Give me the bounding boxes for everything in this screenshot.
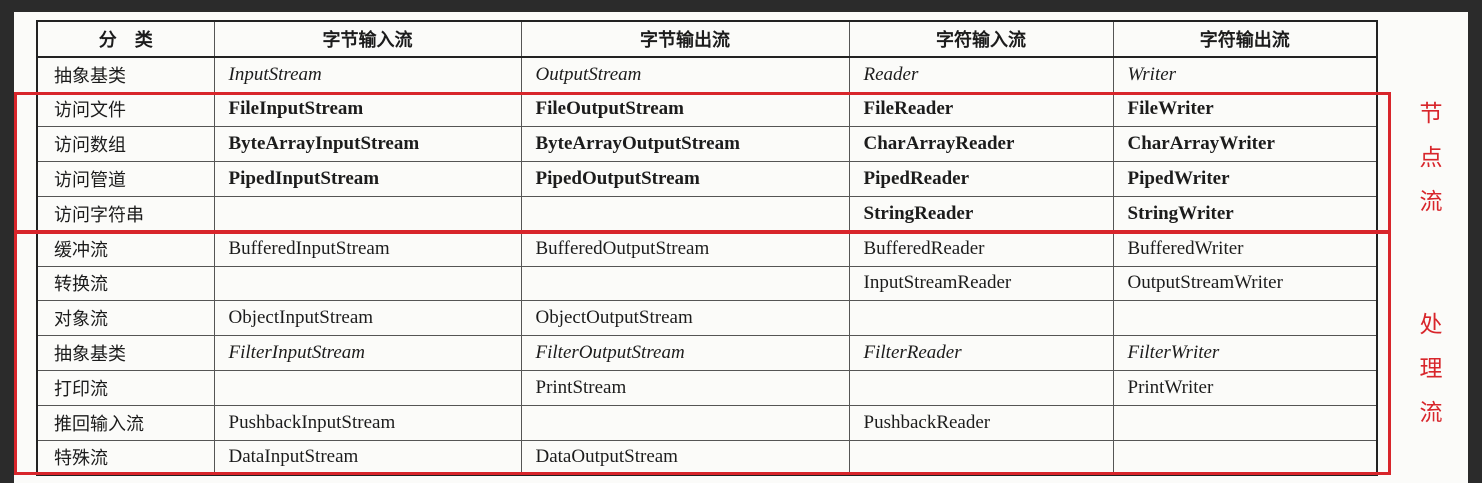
header-category: 分 类 [36, 20, 215, 58]
node-stream-char-1: 节 [1419, 101, 1443, 127]
processing-stream-char-1: 处 [1419, 312, 1443, 338]
node-stream-highlight-box [14, 92, 1391, 233]
header-char-output: 字符输出流 [1112, 20, 1378, 58]
processing-stream-label: 处 理 流 [1416, 303, 1446, 435]
node-stream-label: 节 点 流 [1416, 92, 1446, 224]
node-stream-char-3: 流 [1419, 189, 1443, 215]
header-byte-input: 字节输入流 [213, 20, 522, 58]
category-cell: 抽象基类 [36, 56, 215, 93]
stream-class-cell: OutputStream [520, 56, 850, 93]
stream-class-cell: InputStream [213, 56, 522, 93]
table-header-row: 分 类 字节输入流 字节输出流 字符输入流 字符输出流 [36, 20, 1378, 58]
header-byte-output: 字节输出流 [520, 20, 850, 58]
table-row: 抽象基类 InputStream OutputStream Reader Writer [36, 56, 1378, 93]
processing-stream-char-3: 流 [1419, 400, 1443, 426]
node-stream-char-2: 点 [1419, 145, 1443, 171]
processing-stream-char-2: 理 [1419, 356, 1443, 382]
header-char-input: 字符输入流 [848, 20, 1114, 58]
stream-class-cell: Reader [848, 56, 1114, 93]
stream-class-cell: Writer [1112, 56, 1378, 93]
processing-stream-highlight-box [14, 231, 1391, 475]
